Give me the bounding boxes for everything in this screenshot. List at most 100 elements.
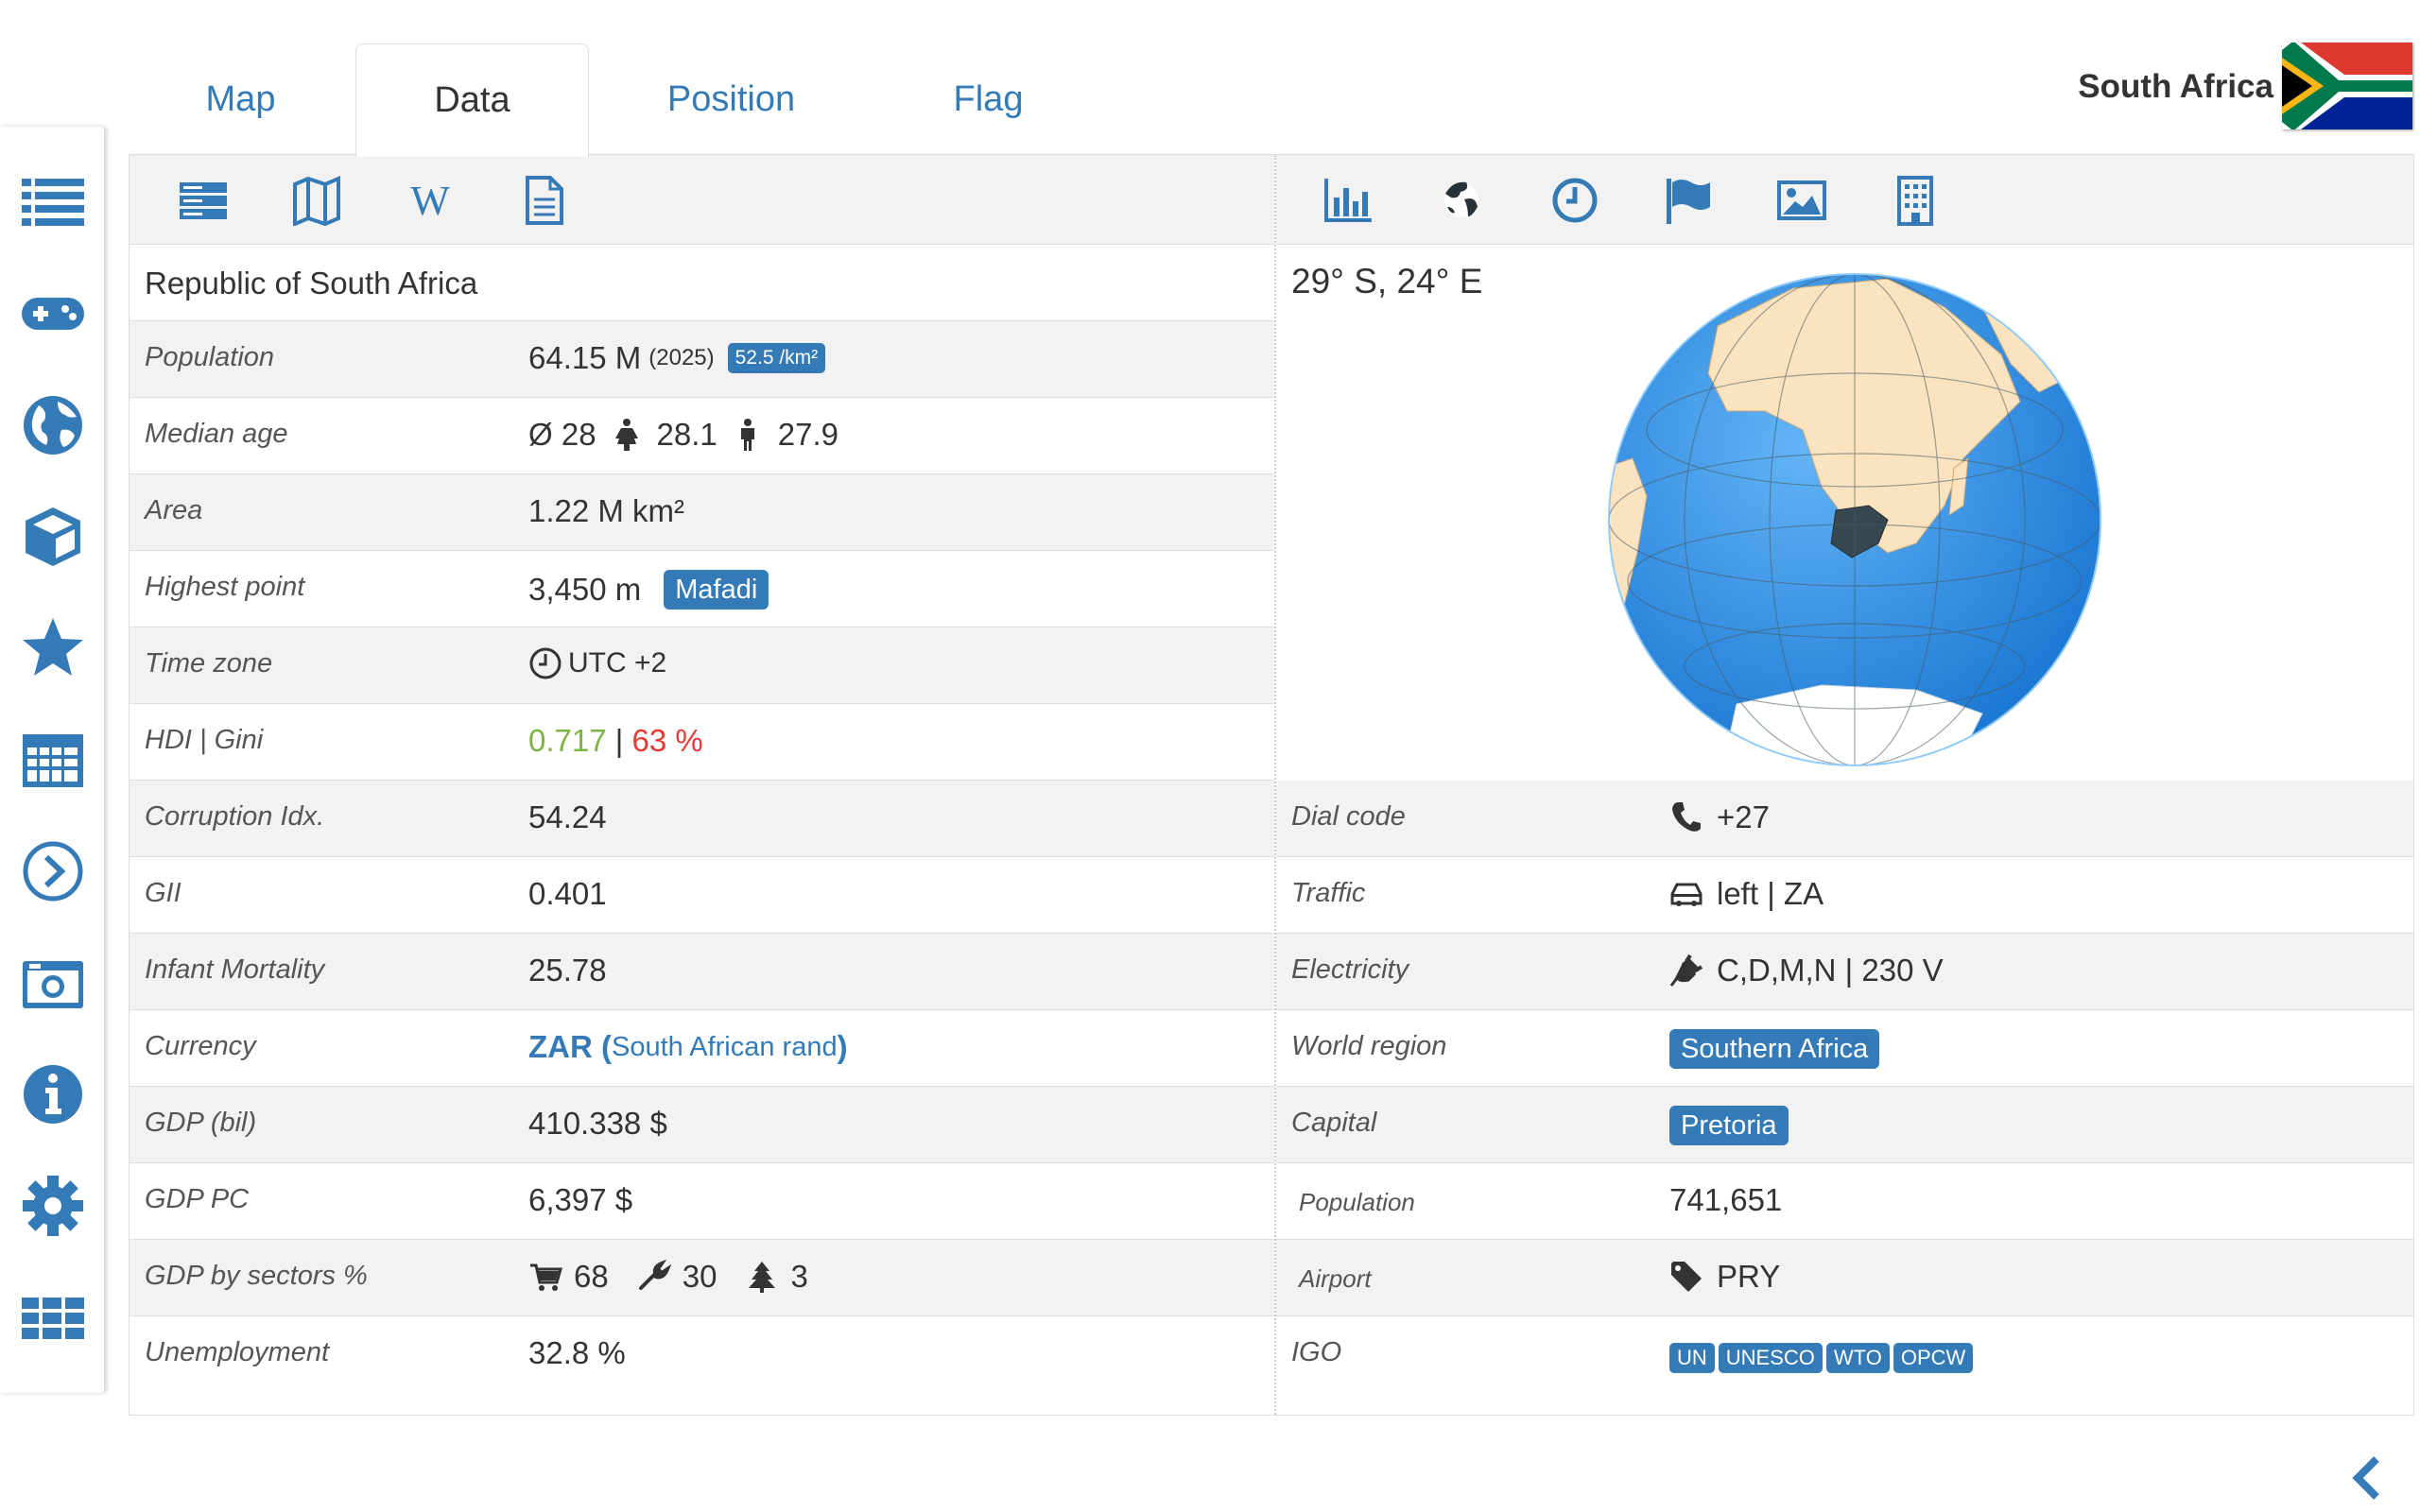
capital-label: Capital — [1291, 1108, 1377, 1138]
currency-link[interactable]: ZAR ( South African rand ) — [528, 1029, 848, 1065]
area-label: Area — [145, 495, 203, 525]
coordinates: 29° S, 24° E — [1291, 262, 1483, 301]
gdp-sectors-row: GDP by sectors % 68 30 3 — [130, 1240, 1274, 1316]
igo-badge-unesco[interactable]: UNESCO — [1718, 1343, 1823, 1373]
building-icon[interactable] — [1887, 174, 1944, 227]
corruption-label: Corruption Idx. — [145, 801, 325, 832]
currency-label: Currency — [145, 1031, 256, 1061]
position-panel: 29° S, 24° E — [1276, 245, 2413, 782]
globe-icon[interactable] — [1433, 174, 1490, 227]
country-name: South Africa — [2078, 68, 2273, 105]
population-year: (2025) — [648, 345, 715, 370]
traffic-row: Traffic left | ZA — [1276, 857, 2413, 934]
infant-mortality-value: 25.78 — [528, 953, 607, 988]
flag-icon[interactable] — [1660, 174, 1717, 227]
tab-data[interactable]: Data — [355, 43, 589, 157]
gdp-services: 68 — [574, 1259, 609, 1294]
left-toolbar: W — [130, 155, 1274, 245]
electricity-label: Electricity — [1291, 954, 1409, 985]
infant-mortality-row: Infant Mortality 25.78 — [130, 934, 1274, 1010]
dial-code-label: Dial code — [1291, 801, 1406, 832]
clock-icon — [528, 646, 562, 680]
camera-icon[interactable] — [15, 945, 91, 1021]
map-icon[interactable] — [288, 174, 345, 227]
tab-flag[interactable]: Flag — [873, 43, 1104, 155]
svg-text:W: W — [410, 178, 450, 224]
clock-icon[interactable] — [1547, 174, 1603, 227]
currency-row: Currency ZAR ( South African rand ) — [130, 1010, 1274, 1087]
server-icon[interactable] — [175, 174, 232, 227]
list-icon[interactable] — [15, 164, 91, 240]
chevron-left-icon[interactable] — [2348, 1455, 2386, 1501]
right-toolbar — [1276, 155, 2413, 245]
data-panel: W Republic of South Africa Population 64… — [129, 154, 2414, 1416]
igo-badge-un[interactable]: UN — [1669, 1343, 1715, 1373]
airport-value: PRY — [1717, 1259, 1781, 1294]
unemployment-label: Unemployment — [145, 1337, 330, 1367]
gear-icon[interactable] — [15, 1168, 91, 1244]
traffic-value: left | ZA — [1717, 876, 1824, 911]
currency-close-paren: ) — [837, 1029, 848, 1064]
image-icon[interactable] — [1773, 174, 1830, 227]
calendar-icon[interactable] — [15, 722, 91, 798]
currency-open-paren: ( — [592, 1029, 612, 1064]
gdp-value: 410.338 $ — [528, 1106, 667, 1141]
hdi-value: 0.717 — [528, 723, 607, 758]
star-icon[interactable] — [15, 610, 91, 686]
gini-value: 63 % — [631, 723, 703, 758]
capital-badge[interactable]: Pretoria — [1669, 1106, 1789, 1145]
unemployment-value: 32.8 % — [528, 1335, 626, 1370]
phone-icon — [1669, 800, 1703, 834]
population-label: Population — [145, 342, 275, 372]
gamepad-icon[interactable] — [15, 276, 91, 352]
info-icon[interactable] — [15, 1057, 91, 1132]
igo-badge-opcw[interactable]: OPCW — [1893, 1343, 1974, 1373]
tab-map[interactable]: Map — [125, 43, 356, 155]
capital-population-value: 741,651 — [1669, 1182, 1783, 1217]
south-africa-flag[interactable] — [2282, 43, 2412, 129]
gii-value: 0.401 — [528, 876, 607, 911]
document-icon[interactable] — [515, 174, 572, 227]
gdp-pc-row: GDP PC 6,397 $ — [130, 1163, 1274, 1240]
capital-row: Capital Pretoria — [1276, 1087, 2413, 1163]
plug-icon — [1669, 954, 1703, 988]
globe-map[interactable] — [1604, 269, 2105, 770]
gii-row: GII 0.401 — [130, 857, 1274, 934]
igo-row: IGO UN UNESCO WTO OPCW — [1276, 1316, 2413, 1393]
airport-row: Airport PRY — [1276, 1240, 2413, 1316]
density-badge: 52.5 /km² — [727, 343, 826, 373]
tree-icon — [745, 1260, 779, 1294]
time-zone-label: Time zone — [145, 648, 273, 679]
official-name-row: Republic of South Africa — [130, 245, 1274, 321]
median-age-row: Median age Ø 28 28.1 27.9 — [130, 398, 1274, 474]
gdp-agriculture: 3 — [790, 1259, 808, 1294]
car-icon — [1669, 877, 1703, 911]
grid-icon[interactable] — [15, 1280, 91, 1355]
highest-point-badge[interactable]: Mafadi — [664, 570, 769, 610]
world-region-badge[interactable]: Southern Africa — [1669, 1029, 1880, 1069]
bar-chart-icon[interactable] — [1320, 174, 1376, 227]
median-age-total: Ø 28 — [528, 417, 596, 452]
chevron-circle-icon[interactable] — [15, 833, 91, 909]
gdp-pc-value: 6,397 $ — [528, 1182, 633, 1217]
dial-code-value: +27 — [1717, 799, 1770, 834]
tab-position[interactable]: Position — [615, 43, 847, 155]
currency-code: ZAR — [528, 1029, 593, 1064]
electricity-value: C,D,M,N | 230 V — [1717, 953, 1944, 988]
cube-icon[interactable] — [15, 499, 91, 575]
gdp-industry: 30 — [682, 1259, 717, 1294]
wrench-icon — [637, 1260, 671, 1294]
gdp-label: GDP (bil) — [145, 1108, 257, 1138]
globe-icon[interactable] — [15, 387, 91, 463]
highest-point-row: Highest point 3,450 m Mafadi — [130, 551, 1274, 627]
corruption-row: Corruption Idx. 54.24 — [130, 781, 1274, 857]
time-zone-row: Time zone UTC +2 — [130, 627, 1274, 704]
gdp-pc-label: GDP PC — [145, 1184, 250, 1214]
female-icon — [610, 418, 644, 452]
median-age-label: Median age — [145, 419, 288, 449]
area-value: 1.22 M km² — [528, 493, 685, 528]
igo-badge-wto[interactable]: WTO — [1825, 1343, 1890, 1373]
wikipedia-icon[interactable]: W — [402, 174, 458, 227]
highest-point-value: 3,450 m — [528, 572, 642, 607]
tag-icon — [1669, 1260, 1703, 1294]
